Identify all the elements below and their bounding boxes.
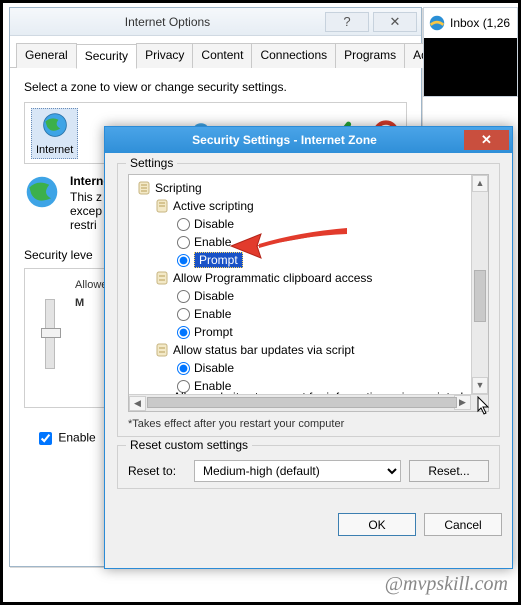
radio-as-disable[interactable]: Disable — [133, 215, 486, 233]
watermark: @mvpskill.com — [385, 573, 508, 596]
radio-as-prompt[interactable]: Prompt — [133, 251, 486, 269]
tree-hscroll[interactable]: ◀ ▶ — [129, 394, 488, 411]
radio-prog-enable[interactable]: Enable — [133, 305, 486, 323]
help-button[interactable]: ? — [325, 12, 369, 32]
radio-as-enable[interactable]: Enable — [133, 233, 486, 251]
ok-button[interactable]: OK — [338, 513, 416, 536]
level-medium-label: M — [75, 297, 84, 309]
reset-legend: Reset custom settings — [126, 438, 252, 452]
reset-to-label: Reset to: — [128, 464, 186, 478]
io-tabstrip: General Security Privacy Content Connect… — [10, 36, 421, 68]
reset-button[interactable]: Reset... — [409, 460, 489, 482]
tab-privacy[interactable]: Privacy — [136, 43, 193, 68]
reset-group: Reset custom settings Reset to: Medium-h… — [117, 445, 500, 489]
settings-group: Settings Scripting Active scripting Disa… — [117, 163, 500, 437]
zone-internet-label: Internet — [36, 144, 73, 156]
slider-thumb[interactable] — [41, 328, 61, 338]
globe-icon — [24, 174, 60, 210]
tree-allow-status-bar[interactable]: Allow status bar updates via script — [133, 341, 486, 359]
io-titlebar: Internet Options ? ✕ — [10, 8, 421, 36]
inbox-label: Inbox (1,26 — [450, 16, 510, 30]
radio-status-disable[interactable]: Disable — [133, 359, 486, 377]
io-close-button[interactable]: ✕ — [373, 12, 417, 32]
security-settings-dialog: Security Settings - Internet Zone ✕ Sett… — [104, 126, 513, 569]
scroll-up-button[interactable]: ▲ — [472, 175, 488, 192]
ie-icon — [428, 14, 446, 32]
tab-programs[interactable]: Programs — [335, 43, 405, 68]
scroll-down-button[interactable]: ▼ — [472, 377, 488, 394]
scroll-icon — [137, 181, 151, 195]
inbox-window-sliver: Inbox (1,26 — [423, 7, 518, 97]
inbox-dark-area — [424, 38, 517, 96]
ss-title: Security Settings - Internet Zone — [105, 133, 464, 147]
radio-prog-disable[interactable]: Disable — [133, 287, 486, 305]
reset-level-select[interactable]: Medium-high (default) — [194, 460, 401, 482]
tab-security[interactable]: Security — [76, 44, 137, 69]
globe-icon — [41, 111, 69, 139]
restart-note: *Takes effect after you restart your com… — [128, 418, 489, 430]
radio-prog-prompt[interactable]: Prompt — [133, 323, 486, 341]
tab-general[interactable]: General — [16, 43, 77, 68]
scroll-icon — [155, 271, 169, 285]
cancel-button[interactable]: Cancel — [424, 513, 502, 536]
tree-vscroll[interactable]: ▲ ▼ — [471, 175, 488, 394]
scroll-left-button[interactable]: ◀ — [129, 396, 146, 411]
scroll-icon — [155, 199, 169, 213]
tab-content[interactable]: Content — [192, 43, 252, 68]
zone-prompt: Select a zone to view or change security… — [24, 80, 407, 94]
dialog-button-row: OK Cancel — [105, 505, 512, 544]
io-title: Internet Options — [10, 15, 325, 29]
scroll-icon — [155, 343, 169, 357]
tree-scripting[interactable]: Scripting — [133, 179, 486, 197]
settings-tree[interactable]: Scripting Active scripting Disable Enabl… — [128, 174, 489, 412]
zone-internet[interactable]: Internet — [31, 108, 78, 159]
tree-active-scripting[interactable]: Active scripting — [133, 197, 486, 215]
tab-connections[interactable]: Connections — [251, 43, 336, 68]
ss-close-button[interactable]: ✕ — [464, 130, 509, 150]
hscroll-thumb[interactable] — [147, 397, 457, 408]
tree-allow-prog-clipboard[interactable]: Allow Programmatic clipboard access — [133, 269, 486, 287]
ss-titlebar: Security Settings - Internet Zone ✕ — [105, 127, 512, 153]
level-slider[interactable] — [45, 299, 55, 369]
scroll-thumb[interactable] — [474, 270, 486, 322]
enable-pm-checkbox[interactable] — [39, 432, 52, 445]
enable-pm-label: Enable — [58, 431, 95, 445]
settings-legend: Settings — [126, 156, 177, 170]
